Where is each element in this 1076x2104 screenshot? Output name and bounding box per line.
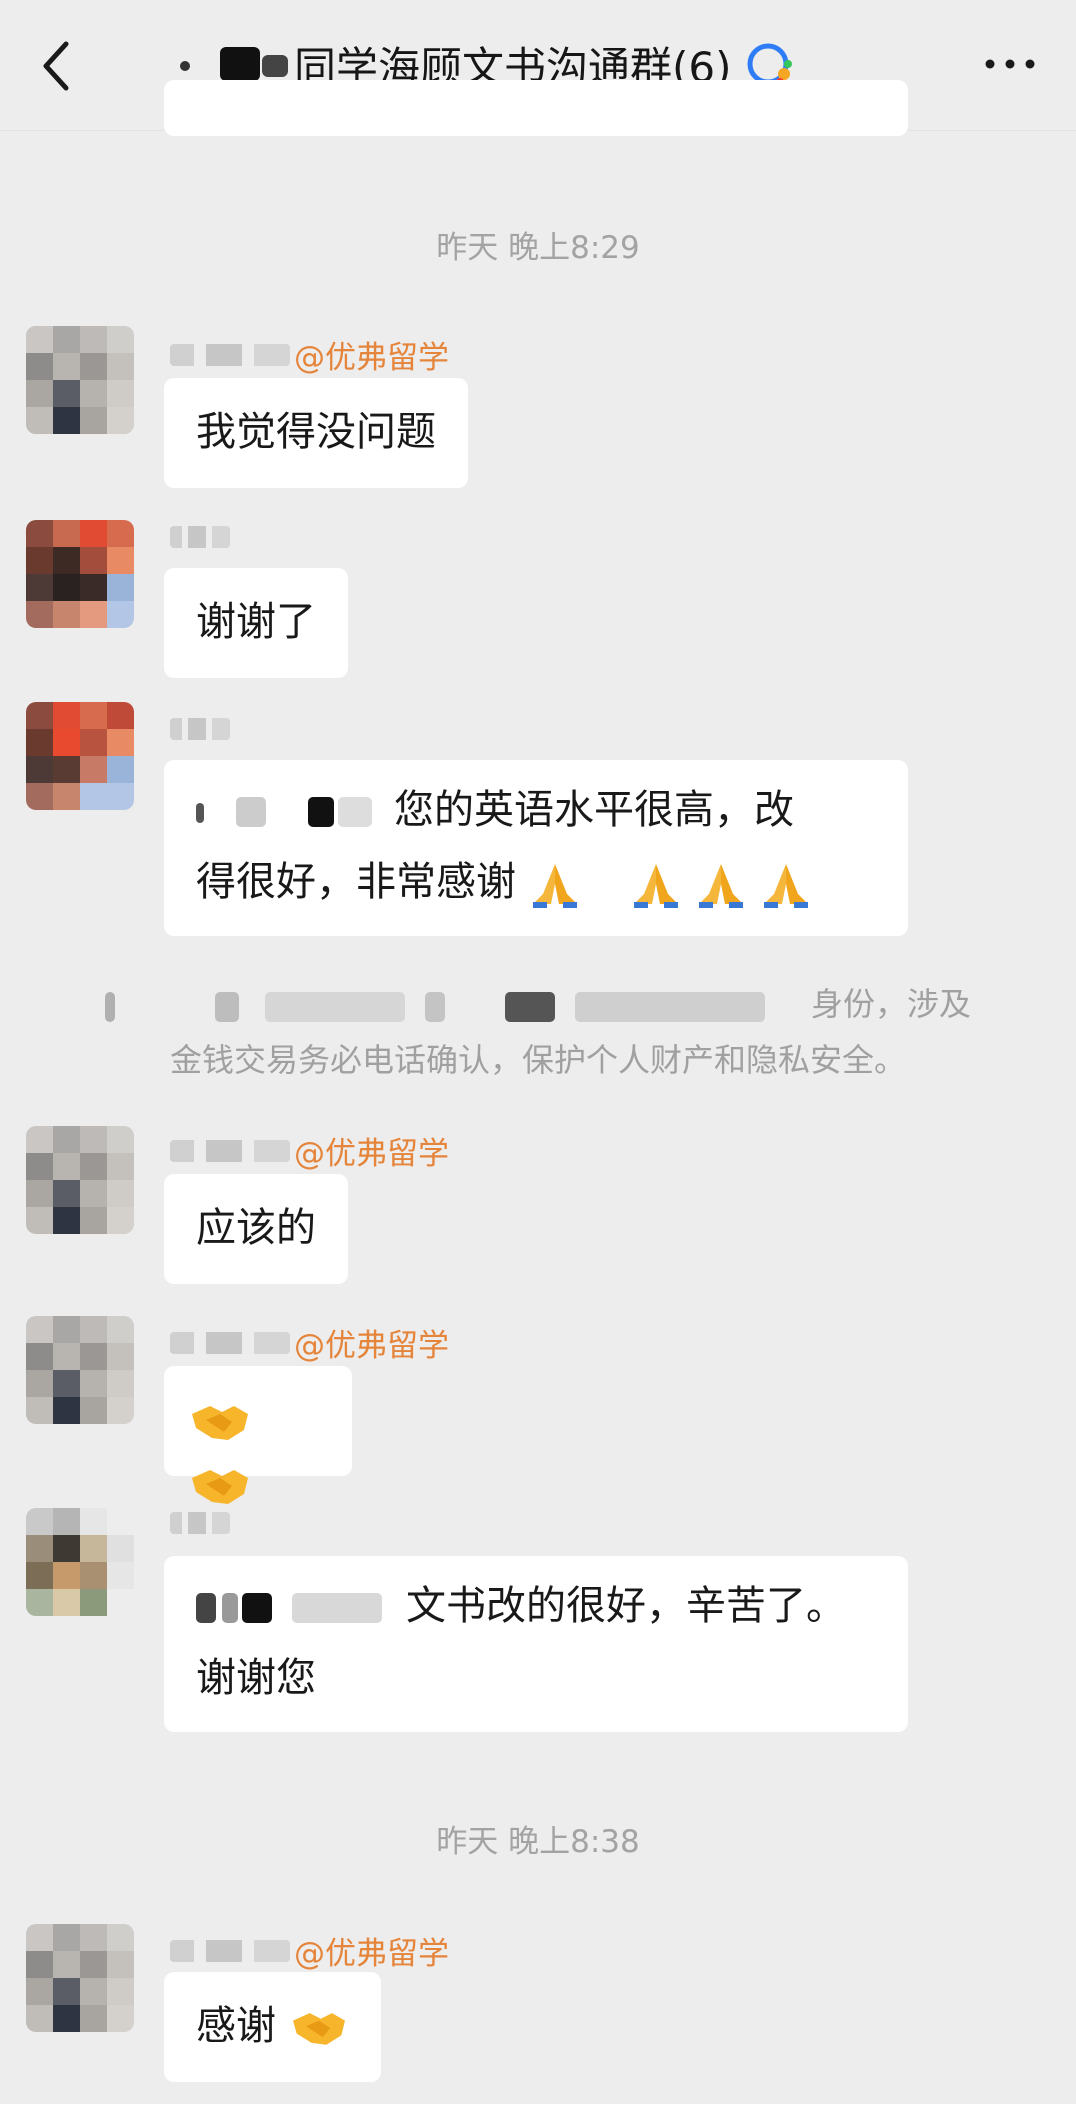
message-bubble[interactable]: 谢谢了 [164,568,348,678]
praying-hands-emoji-icon [634,864,679,908]
message-bubble[interactable]: 我觉得没问题 [164,378,468,488]
notice-redaction [104,992,805,1022]
sender-name-redacted [170,526,230,548]
message-text: 谢谢了 [196,599,316,645]
timestamp: 昨天 晚上8:29 [436,230,640,266]
handshake-emoji-icon [292,2013,345,2045]
sender-name: @优弗留学 [170,1928,449,1973]
sender-name: @优弗留学 [170,1320,449,1365]
avatar[interactable] [26,702,134,810]
message-bubble[interactable]: 应该的 [164,1174,348,1284]
praying-hands-emoji-icon [698,864,743,908]
mention-redaction [196,797,376,827]
message-bubble[interactable] [164,1366,352,1504]
praying-hands-emoji-icon [532,864,577,908]
title-redaction [180,47,290,81]
message-text: 我觉得没问题 [196,409,436,455]
avatar[interactable] [26,1316,134,1424]
message-text-line: 谢谢您 [196,1655,316,1701]
sender-name-redacted [170,1139,290,1162]
avatar[interactable] [26,1924,134,2032]
sender-name [170,526,234,548]
sender-name-redacted [170,718,230,740]
avatar[interactable] [26,1508,134,1616]
sender-name: @优弗留学 [170,1128,449,1173]
sender-name-redacted [170,1331,290,1354]
sender-name-redacted [170,343,290,366]
more-dots-icon [985,59,1035,69]
avatar[interactable] [26,1126,134,1234]
system-notice: 身份，涉及 金钱交易务必电话确认，保护个人财产和隐私安全。 [80,976,996,1088]
notice-line-1: 身份，涉及 [80,976,996,1032]
sender-name: @优弗留学 [170,332,449,377]
message-bubble-partial[interactable] [164,80,908,136]
sender-name [170,1512,234,1534]
handshake-emoji-icon [192,1470,248,1504]
praying-hands-emoji-icon [763,864,808,908]
timestamp: 昨天 晚上8:38 [436,1824,640,1860]
message-text-line: 您的英语水平很高，改 [394,787,794,833]
notice-line-2: 金钱交易务必电话确认，保护个人财产和隐私安全。 [169,1041,906,1079]
chevron-left-icon [43,41,69,91]
message-bubble[interactable]: 文书改的很好，辛苦了。 谢谢您 [164,1556,908,1732]
avatar[interactable] [26,326,134,434]
message-bubble[interactable]: 您的英语水平很高，改 得很好，非常感谢 [164,760,908,936]
avatar[interactable] [26,520,134,628]
sender-name-redacted [170,1939,290,1962]
message-text-line: 文书改的很好，辛苦了。 [406,1583,846,1629]
message-text: 感谢 [196,2003,276,2049]
handshake-emoji-icon [192,1406,248,1440]
sender-name [170,718,234,740]
mention-redaction [196,1593,388,1623]
message-bubble[interactable]: 感谢 [164,1972,381,2082]
back-button[interactable] [36,36,76,96]
more-button[interactable] [980,44,1040,84]
message-text: 应该的 [196,1205,316,1251]
sender-name-redacted [170,1512,230,1534]
message-text-line: 得很好，非常感谢 [196,859,516,905]
